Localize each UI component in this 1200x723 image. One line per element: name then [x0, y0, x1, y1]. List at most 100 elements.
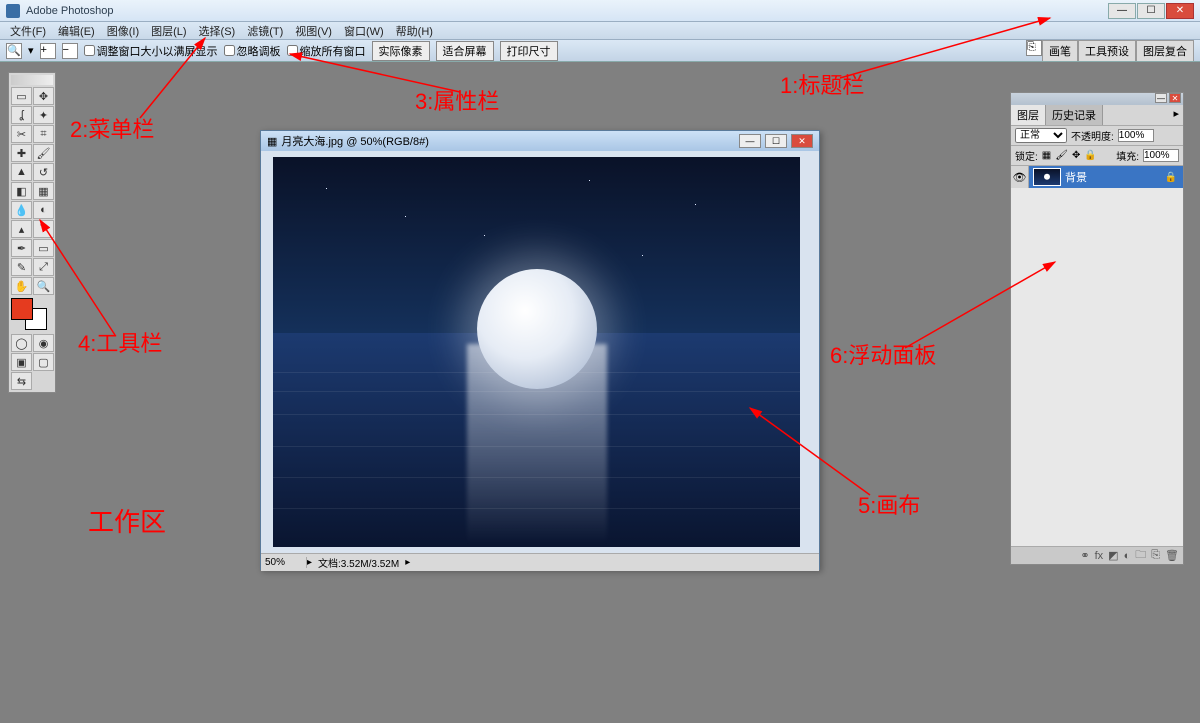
lasso-tool[interactable]: ʆ: [11, 106, 32, 124]
magic-wand-tool[interactable]: ✦: [33, 106, 54, 124]
menu-filter[interactable]: 滤镜(T): [243, 22, 287, 40]
color-swatches[interactable]: [11, 298, 53, 332]
type-tool[interactable]: T: [33, 220, 54, 238]
minimize-button[interactable]: —: [1108, 3, 1136, 19]
blend-mode-select[interactable]: 正常: [1015, 128, 1067, 143]
zoom-tool[interactable]: 🔍: [33, 277, 54, 295]
gradient-tool[interactable]: ▦: [33, 182, 54, 200]
lock-transparent-icon[interactable]: ▦: [1042, 150, 1051, 161]
zoom-in-icon[interactable]: +: [40, 43, 56, 59]
slice-tool[interactable]: ⌗: [33, 125, 54, 143]
delete-layer-icon[interactable]: 🗑: [1165, 549, 1179, 562]
layer-list: 👁 背景 🔒: [1011, 166, 1183, 546]
panel-close-button[interactable]: ✕: [1169, 93, 1181, 103]
layer-name: 背景: [1065, 169, 1087, 185]
doc-close-button[interactable]: ✕: [791, 134, 813, 148]
brush-tool[interactable]: 🖌: [33, 144, 54, 162]
layer-row[interactable]: 👁 背景 🔒: [1011, 166, 1183, 188]
imageready-icon[interactable]: ⇆: [11, 372, 32, 390]
link-layers-icon[interactable]: ⚭: [1080, 549, 1089, 562]
menu-window[interactable]: 窗口(W): [340, 22, 388, 40]
annotation-2: 2:菜单栏: [70, 112, 154, 144]
crop-tool[interactable]: ✂: [11, 125, 32, 143]
tab-layers[interactable]: 图层: [1011, 105, 1046, 125]
tab-layer-comps[interactable]: 图层复合: [1136, 40, 1194, 61]
zoom-tool-icon[interactable]: 🔍: [6, 43, 22, 59]
marquee-tool[interactable]: ▭: [11, 87, 32, 105]
lock-icon: 🔒: [1165, 172, 1177, 183]
tab-history[interactable]: 历史记录: [1046, 105, 1103, 125]
ignore-palettes-check[interactable]: 忽略调板: [224, 43, 281, 59]
panel-menu-icon[interactable]: ▸: [1169, 105, 1183, 125]
fit-screen-button[interactable]: 适合屏幕: [436, 41, 494, 61]
screenmode-full-icon[interactable]: ▢: [33, 353, 54, 371]
layer-thumbnail[interactable]: [1033, 168, 1061, 186]
adjustment-layer-icon[interactable]: ◐: [1124, 550, 1131, 562]
menu-image[interactable]: 图像(I): [103, 22, 143, 40]
shape-tool[interactable]: ▭: [33, 239, 54, 257]
status-menu-icon[interactable]: ▸: [405, 557, 410, 568]
maximize-button[interactable]: ☐: [1137, 3, 1165, 19]
visibility-icon[interactable]: 👁: [1011, 166, 1029, 188]
history-brush-tool[interactable]: ↺: [33, 163, 54, 181]
menu-select[interactable]: 选择(S): [195, 22, 240, 40]
canvas[interactable]: [273, 157, 800, 547]
menu-layer[interactable]: 图层(L): [147, 22, 190, 40]
close-button[interactable]: ✕: [1166, 3, 1194, 19]
fill-input[interactable]: [1143, 149, 1179, 162]
lock-move-icon[interactable]: ✥: [1072, 150, 1080, 161]
clone-stamp-tool[interactable]: ▲: [11, 163, 32, 181]
lock-all-icon[interactable]: 🔒: [1084, 150, 1096, 161]
eyedropper-tool[interactable]: ⤢: [33, 258, 54, 276]
annotation-4: 4:工具栏: [78, 326, 162, 358]
title-bar: Adobe Photoshop — ☐ ✕: [0, 0, 1200, 22]
document-icon: ▦: [267, 135, 277, 148]
zoom-field[interactable]: 50%: [261, 557, 307, 568]
doc-minimize-button[interactable]: —: [739, 134, 761, 148]
layer-mask-icon[interactable]: ◩: [1108, 549, 1118, 562]
menu-view[interactable]: 视图(V): [291, 22, 336, 40]
annotation-6: 6:浮动面板: [830, 338, 936, 370]
document-title-bar[interactable]: ▦ 月亮大海.jpg @ 50%(RGB/8#) — ☐ ✕: [261, 131, 819, 151]
new-group-icon[interactable]: 🗀: [1135, 546, 1146, 565]
quickmask-icon[interactable]: ◯: [11, 334, 32, 352]
path-select-tool[interactable]: ▴: [11, 220, 32, 238]
dodge-tool[interactable]: ◐: [33, 201, 54, 219]
hand-tool[interactable]: ✋: [11, 277, 32, 295]
annotation-1: 1:标题栏: [780, 68, 864, 100]
fit-window-check[interactable]: 调整窗口大小以满屏显示: [84, 43, 218, 59]
layers-panel: — ✕ 图层 历史记录 ▸ 正常 不透明度: 锁定: ▦ 🖌 ✥ 🔒 填充: 👁…: [1010, 92, 1184, 565]
eraser-tool[interactable]: ◧: [11, 182, 32, 200]
palette-well-icon[interactable]: ⎘: [1026, 40, 1042, 56]
tab-tool-presets[interactable]: 工具预设: [1078, 40, 1136, 61]
layer-style-icon[interactable]: fx: [1095, 550, 1104, 562]
toolbox: ▭ ✥ ʆ ✦ ✂ ⌗ ✚ 🖌 ▲ ↺ ◧ ▦ 💧 ◐ ▴ T ✒ ▭ ✎ ⤢ …: [8, 72, 56, 393]
actual-pixels-button[interactable]: 实际像素: [372, 41, 430, 61]
menu-file[interactable]: 文件(F): [6, 22, 50, 40]
new-layer-icon[interactable]: ⎘: [1151, 549, 1160, 562]
zoom-all-check[interactable]: 缩放所有窗口: [287, 43, 366, 59]
quickmask-on-icon[interactable]: ◉: [33, 334, 54, 352]
annotation-workarea: 工作区: [88, 502, 166, 539]
zoom-dropdown-icon[interactable]: ▾: [28, 44, 34, 57]
notes-tool[interactable]: ✎: [11, 258, 32, 276]
healing-brush-tool[interactable]: ✚: [11, 144, 32, 162]
options-bar: 🔍 ▾ + − 调整窗口大小以满屏显示 忽略调板 缩放所有窗口 实际像素 适合屏…: [0, 40, 1200, 62]
pen-tool[interactable]: ✒: [11, 239, 32, 257]
move-tool[interactable]: ✥: [33, 87, 54, 105]
lock-paint-icon[interactable]: 🖌: [1055, 150, 1068, 161]
screenmode-standard-icon[interactable]: ▣: [11, 353, 32, 371]
app-icon: [6, 4, 20, 18]
opacity-input[interactable]: [1118, 129, 1154, 142]
blur-tool[interactable]: 💧: [11, 201, 32, 219]
doc-maximize-button[interactable]: ☐: [765, 134, 787, 148]
palette-well: ⎘ 画笔 工具预设 图层复合: [1026, 40, 1194, 61]
menu-edit[interactable]: 编辑(E): [54, 22, 99, 40]
zoom-out-icon[interactable]: −: [62, 43, 78, 59]
window-buttons: — ☐ ✕: [1108, 3, 1194, 19]
tab-brushes[interactable]: 画笔: [1042, 40, 1078, 61]
panel-minimize-button[interactable]: —: [1155, 93, 1167, 103]
print-size-button[interactable]: 打印尺寸: [500, 41, 558, 61]
menu-help[interactable]: 帮助(H): [392, 22, 437, 40]
fg-color-swatch[interactable]: [11, 298, 33, 320]
